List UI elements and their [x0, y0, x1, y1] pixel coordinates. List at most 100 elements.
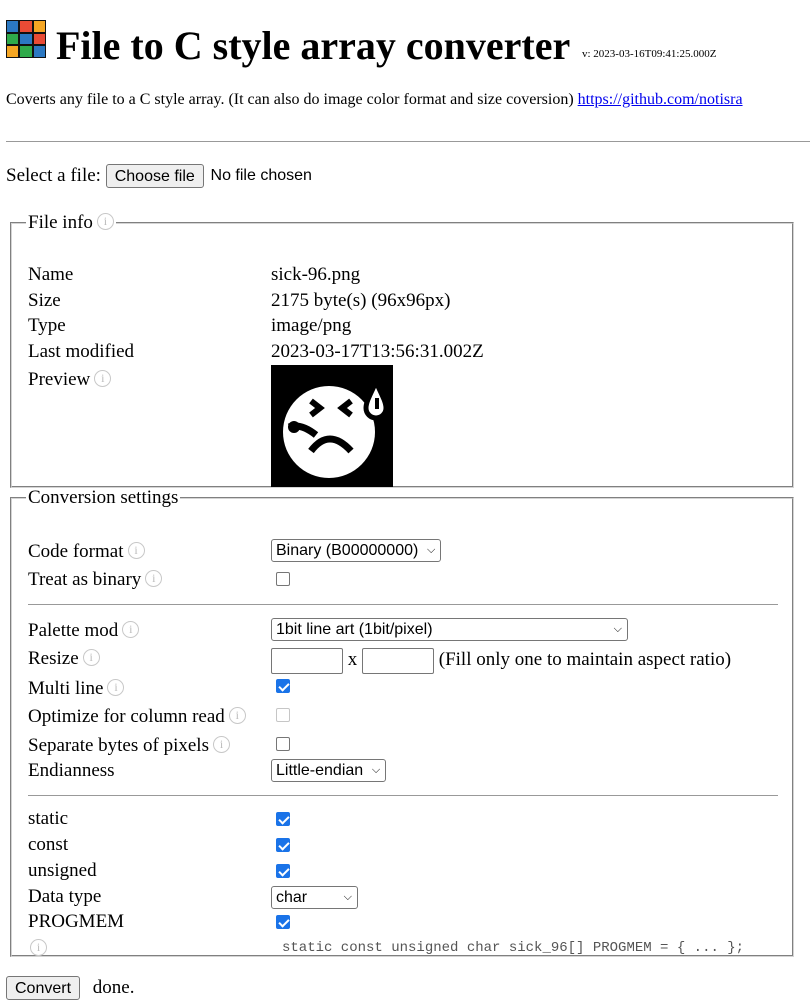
progmem-label: PROGMEM	[28, 911, 125, 932]
resize-width-input[interactable]	[271, 647, 343, 674]
const-cell	[276, 832, 290, 856]
file-select-row: Select a file: Choose file No file chose…	[6, 164, 312, 188]
separate-bytes-cell	[276, 731, 290, 755]
info-icon[interactable]: i	[94, 370, 112, 388]
code-format-label-row: Code format i	[28, 540, 145, 564]
status-text: done.	[92, 977, 135, 998]
logo-cell	[20, 46, 32, 57]
info-icon[interactable]: i	[212, 736, 230, 754]
treat-binary-label: Treat as binary	[28, 569, 142, 590]
endianness-value: Little-endian	[276, 762, 364, 780]
logo-cell	[7, 33, 19, 45]
data-type-select[interactable]: char ⌵	[271, 886, 358, 910]
progmem-checkbox[interactable]	[276, 914, 290, 929]
multi-line-cell	[276, 673, 290, 697]
app-logo-icon	[6, 20, 46, 58]
static-checkbox[interactable]	[276, 811, 290, 826]
separate-bytes-checkbox[interactable]	[276, 736, 290, 751]
sick-face-icon	[271, 365, 393, 487]
info-icon[interactable]: i	[82, 649, 100, 667]
chevron-down-icon: ⌵	[371, 764, 381, 777]
code-format-cell: Binary (B00000000) ⌵	[271, 538, 442, 563]
logo-cell	[20, 33, 32, 45]
code-format-select[interactable]: Binary (B00000000) ⌵	[271, 539, 442, 563]
file-info-legend-text: File info	[28, 212, 93, 233]
info-icon[interactable]: i	[228, 707, 246, 725]
chevron-down-icon: ⌵	[613, 623, 622, 636]
info-icon[interactable]: i	[107, 679, 125, 697]
chevron-down-icon: ⌵	[343, 891, 352, 904]
optimize-column-cell	[276, 702, 290, 726]
conversion-settings-panel: Conversion settings Code format i Binary …	[10, 487, 794, 957]
code-preview-info-row: i	[26, 937, 47, 961]
resize-separator: x	[347, 649, 358, 670]
info-row-name-label: Name	[28, 264, 74, 285]
palette-mod-label-row: Palette mod i	[28, 619, 140, 643]
resize-cell: x (Fill only one to maintain aspect rati…	[271, 646, 731, 674]
treat-binary-cell	[276, 566, 290, 590]
logo-cell	[7, 21, 19, 32]
info-row-type-value: image/png	[271, 315, 352, 336]
separate-bytes-label-row: Separate bytes of pixels i	[28, 734, 230, 758]
resize-height-input[interactable]	[362, 647, 434, 674]
optimize-column-label-row: Optimize for column read i	[28, 705, 246, 729]
resize-label: Resize	[28, 648, 79, 669]
resize-label-row: Resize i	[28, 647, 100, 671]
multi-line-label-row: Multi line i	[28, 677, 125, 701]
static-label: static	[28, 808, 69, 829]
divider	[6, 141, 810, 142]
info-icon[interactable]: i	[127, 542, 145, 560]
data-type-value: char	[276, 889, 308, 907]
endianness-label: Endianness	[28, 760, 115, 781]
unsigned-checkbox[interactable]	[276, 863, 290, 878]
endianness-select[interactable]: Little-endian ⌵	[271, 759, 387, 783]
description-text: Coverts any file to a C style array. (It…	[6, 91, 574, 108]
file-info-panel: File info i Name sick-96.png Size 2175 by…	[10, 212, 794, 488]
data-type-cell: char ⌵	[271, 885, 358, 910]
multi-line-checkbox[interactable]	[276, 678, 290, 693]
separate-bytes-label: Separate bytes of pixels	[28, 735, 209, 756]
palette-mod-label: Palette mod	[28, 620, 119, 641]
choose-file-button[interactable]: Choose file	[105, 164, 204, 188]
palette-mod-select[interactable]: 1bit line art (1bit/pixel) ⌵	[271, 618, 628, 642]
code-format-label: Code format	[28, 541, 124, 562]
optimize-column-checkbox[interactable]	[276, 707, 290, 722]
logo-cell	[7, 46, 19, 57]
treat-binary-checkbox[interactable]	[276, 571, 290, 586]
info-icon[interactable]: i	[122, 621, 140, 639]
const-checkbox[interactable]	[276, 837, 290, 852]
endianness-cell: Little-endian ⌵	[271, 758, 387, 783]
file-info-legend: File info i	[26, 212, 116, 234]
multi-line-label: Multi line	[28, 678, 104, 699]
divider	[28, 795, 778, 796]
image-preview	[271, 365, 393, 487]
preview-label: Preview	[28, 369, 91, 390]
unsigned-label: unsigned	[28, 860, 97, 881]
palette-mod-cell: 1bit line art (1bit/pixel) ⌵	[271, 617, 628, 642]
info-row-type-label: Type	[28, 315, 66, 336]
code-preview: static const unsigned char sick_96[] PRO…	[282, 940, 745, 956]
info-icon[interactable]: i	[96, 213, 114, 231]
page-title: File to C style array converter	[56, 23, 571, 68]
convert-button[interactable]: Convert	[6, 976, 81, 1000]
description: Coverts any file to a C style array. (It…	[6, 91, 743, 109]
static-cell	[276, 806, 290, 830]
action-row: Convert done.	[6, 976, 134, 1000]
divider	[28, 604, 778, 605]
file-select-label: Select a file:	[6, 165, 101, 186]
github-link[interactable]: https://github.com/notisra	[578, 91, 743, 108]
info-row-name-value: sick-96.png	[271, 264, 361, 285]
info-row-modified-value: 2023-03-17T13:56:31.002Z	[271, 341, 484, 362]
treat-binary-label-row: Treat as binary i	[28, 568, 163, 592]
logo-cell	[33, 33, 45, 45]
info-icon[interactable]: i	[30, 939, 47, 957]
const-label: const	[28, 834, 69, 855]
palette-mod-value: 1bit line art (1bit/pixel)	[276, 621, 433, 639]
progmem-cell	[276, 909, 290, 933]
logo-cell	[33, 46, 45, 57]
info-row-size-label: Size	[28, 290, 61, 311]
data-type-label: Data type	[28, 886, 102, 907]
optimize-column-label: Optimize for column read	[28, 706, 225, 727]
chevron-down-icon: ⌵	[426, 544, 436, 557]
info-icon[interactable]: i	[145, 570, 163, 588]
